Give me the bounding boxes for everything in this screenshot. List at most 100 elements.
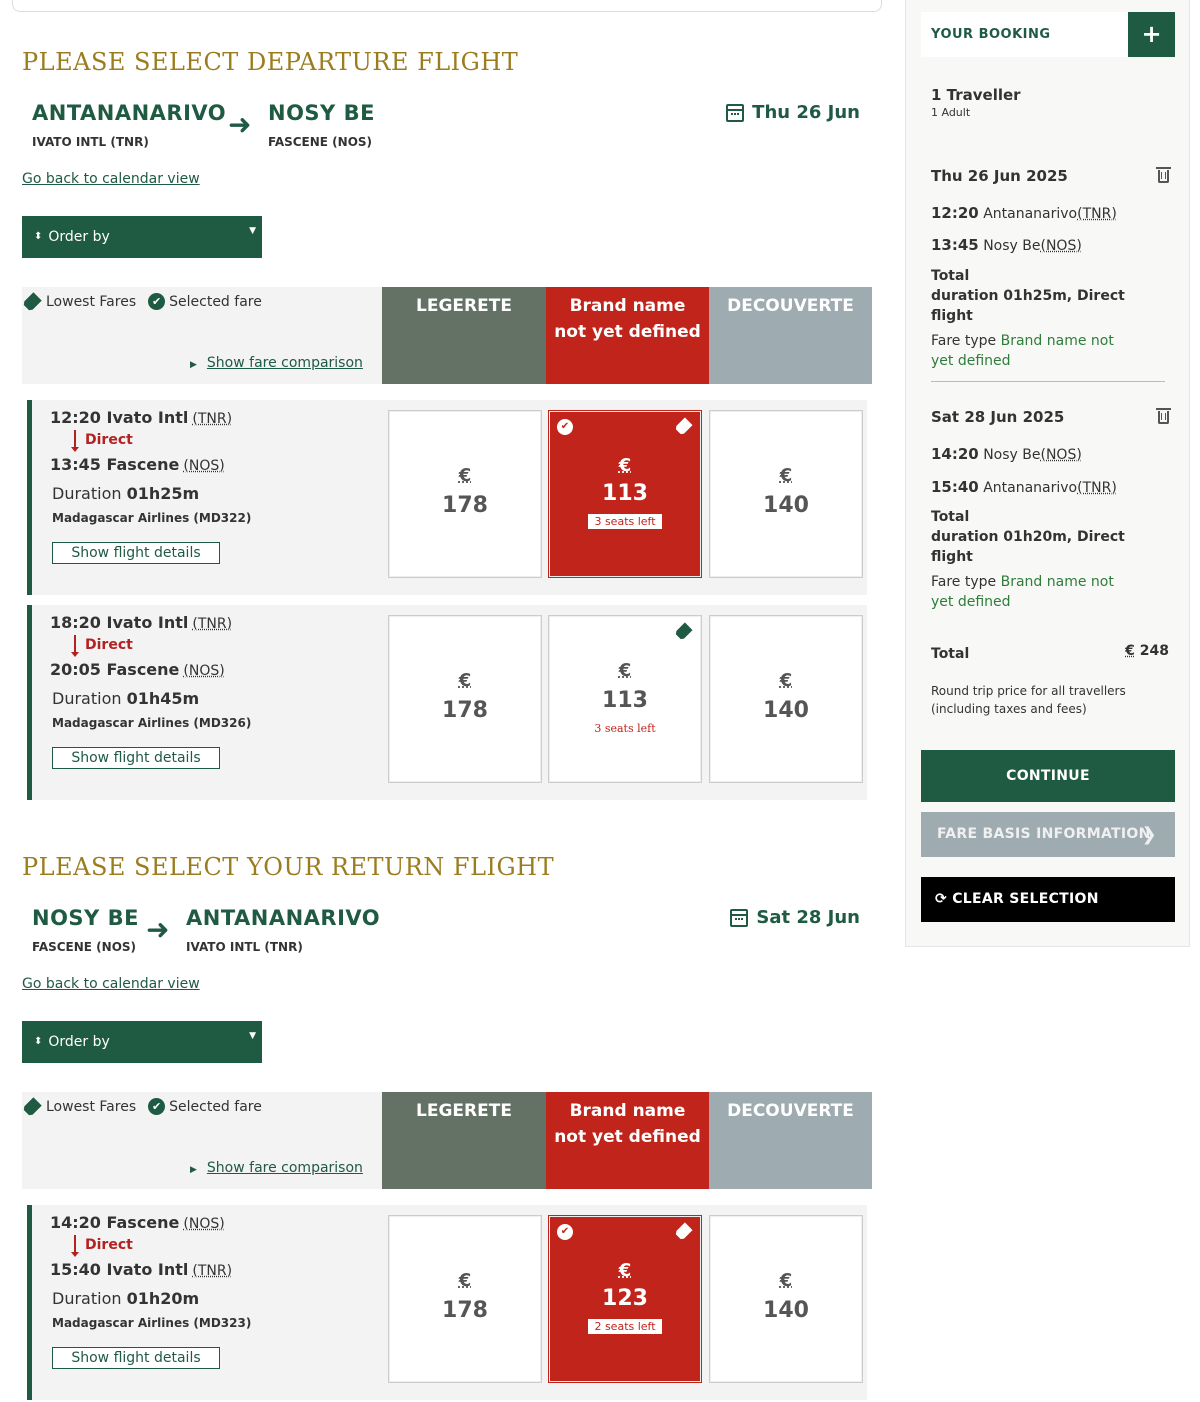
direct-arrow-icon [71, 635, 79, 657]
calendar-icon [730, 908, 749, 927]
seats-left-badge: 2 seats left [588, 1319, 662, 1334]
fare-price: 123 [602, 1286, 648, 1311]
return-date-label: Sat 28 Jun [756, 907, 860, 928]
continue-button[interactable]: CONTINUE [921, 750, 1175, 802]
flight-duration: Duration 01h45m [52, 689, 200, 708]
sort-icon: ⬍ [34, 231, 43, 242]
back-to-calendar-link[interactable]: Go back to calendar view [22, 171, 200, 187]
flight-arrival: 15:40 Ivato Intl (TNR) [50, 1260, 233, 1279]
departure-title: PLEASE SELECT DEPARTURE FLIGHT [22, 48, 519, 76]
fare-header: Lowest Fares ✔ Selected fare ▶ Show fare … [22, 1092, 872, 1189]
fare-price: 140 [763, 493, 809, 518]
return-to-airport: IVATO INTL (TNR) [186, 940, 303, 954]
flight-duration: Duration 01h20m [52, 1289, 200, 1308]
flight-row: 12:20 Ivato Intl (TNR) Direct 13:45 Fasce… [27, 400, 867, 595]
show-fare-comparison[interactable]: ▶ Show fare comparison [190, 355, 363, 371]
flight-departure: 14:20 Fascene (NOS) [50, 1213, 225, 1232]
fare-option-decouverte[interactable]: € 140 [709, 1215, 863, 1383]
column-brand-undefined: Brand name not yet defined [546, 287, 709, 384]
show-flight-details-button[interactable]: Show flight details [52, 542, 220, 564]
outbound-fare-type-cont: yet defined [931, 353, 1011, 369]
column-decouverte: DECOUVERTE [709, 1092, 872, 1189]
departure-section: PLEASE SELECT DEPARTURE FLIGHT ANTANANAR… [22, 0, 872, 800]
fare-option-legerete[interactable]: € 178 [388, 1215, 542, 1383]
departure-to-city: NOSY BE [268, 101, 375, 125]
fare-option-brand-selected[interactable]: ✔ € 113 3 seats left [548, 410, 702, 578]
fare-price: 178 [442, 698, 488, 723]
show-flight-details-button[interactable]: Show flight details [52, 747, 220, 769]
inbound-fare-type: Fare type Brand name not [931, 574, 1114, 590]
column-legerete: LEGERETE [382, 1092, 546, 1189]
fare-price: 140 [763, 698, 809, 723]
fare-basis-button[interactable]: FARE BASIS INFORMATION ❯ [921, 812, 1175, 857]
fare-legend: Lowest Fares ✔ Selected fare [24, 1098, 262, 1115]
traveller-detail: 1 Adult [931, 106, 971, 119]
return-to-city: ANTANANARIVO [186, 906, 381, 930]
show-flight-details-button[interactable]: Show flight details [52, 1347, 220, 1369]
fare-option-legerete[interactable]: € 178 [388, 615, 542, 783]
booking-header: YOUR BOOKING + [921, 12, 1175, 57]
expand-booking-button[interactable]: + [1128, 12, 1175, 57]
show-fare-comparison[interactable]: ▶ Show fare comparison [190, 1160, 363, 1176]
fare-option-legerete[interactable]: € 178 [388, 410, 542, 578]
departure-from-airport: IVATO INTL (TNR) [32, 135, 149, 149]
sort-icon: ⬍ [34, 1036, 43, 1047]
order-by-label: Order by [48, 229, 110, 245]
departure-from-city: ANTANANARIVO [32, 101, 227, 125]
departure-date[interactable]: Thu 26 Jun [726, 102, 860, 123]
fare-price: 178 [442, 493, 488, 518]
lowest-fare-tag-icon [674, 417, 692, 435]
trash-icon[interactable] [1156, 408, 1171, 424]
caret-right-icon: ▶ [190, 360, 197, 370]
return-from-airport: FASCENE (NOS) [32, 940, 137, 954]
tag-icon [22, 292, 42, 312]
clear-selection-button[interactable]: ⟳ CLEAR SELECTION [921, 877, 1175, 922]
outbound-duration: duration 01h25m, Direct [931, 288, 1125, 304]
return-from-city: NOSY BE [32, 906, 139, 930]
fare-option-brand-selected[interactable]: ✔ € 123 2 seats left [548, 1215, 702, 1383]
fare-price: 140 [763, 1298, 809, 1323]
outbound-total-label: Total [931, 268, 970, 284]
trash-icon[interactable] [1156, 167, 1171, 183]
outbound-arrival: 13:45 Nosy Be(NOS) [931, 236, 1082, 254]
selected-check-icon: ✔ [557, 1224, 573, 1240]
calendar-icon [726, 103, 745, 122]
inbound-flight-word: flight [931, 549, 973, 565]
fare-option-decouverte[interactable]: € 140 [709, 615, 863, 783]
fare-basis-label: FARE BASIS INFORMATION [937, 826, 1151, 842]
legend-lowest-fares: Lowest Fares [46, 293, 137, 310]
check-circle-icon: ✔ [148, 1098, 166, 1115]
flight-row: 14:20 Fascene (NOS) Direct 15:40 Ivato In… [27, 1205, 867, 1400]
outbound-flight-word: flight [931, 308, 973, 324]
flight-airline: Madagascar Airlines (MD323) [52, 1316, 252, 1330]
lowest-fare-tag-icon [674, 622, 692, 640]
fare-option-decouverte[interactable]: € 140 [709, 410, 863, 578]
return-title: PLEASE SELECT YOUR RETURN FLIGHT [22, 853, 555, 881]
inbound-fare-type-cont: yet defined [931, 594, 1011, 610]
caret-down-icon: ▼ [249, 226, 256, 236]
legend-selected-fare: Selected fare [169, 1098, 262, 1115]
selected-check-icon: ✔ [557, 419, 573, 435]
caret-right-icon: ▶ [190, 1165, 197, 1175]
column-brand-undefined: Brand name not yet defined [546, 1092, 709, 1189]
flight-row: 18:20 Ivato Intl (TNR) Direct 20:05 Fasce… [27, 605, 867, 800]
fare-option-brand[interactable]: € 113 3 seats left [548, 615, 702, 783]
inbound-duration: duration 01h20m, Direct [931, 529, 1125, 545]
back-to-calendar-link[interactable]: Go back to calendar view [22, 976, 200, 992]
order-by-dropdown[interactable]: ⬍ Order by ▼ [22, 1021, 262, 1063]
traveller-count: 1 Traveller [931, 86, 1021, 104]
flight-direct: Direct [85, 637, 133, 653]
booking-sidebar: YOUR BOOKING + 1 Traveller 1 Adult Thu 2… [905, 0, 1190, 947]
legend-selected-fare: Selected fare [169, 293, 262, 310]
inbound-date: Sat 28 Jun 2025 [931, 408, 1065, 426]
order-by-dropdown[interactable]: ⬍ Order by ▼ [22, 216, 262, 258]
total-label: Total [931, 646, 970, 662]
total-amount: € 248 [1125, 643, 1169, 659]
inbound-total-label: Total [931, 509, 970, 525]
legend-lowest-fares: Lowest Fares [46, 1098, 137, 1115]
return-date[interactable]: Sat 28 Jun [730, 907, 860, 928]
departure-date-label: Thu 26 Jun [752, 102, 860, 123]
total-note: Round trip price for all travellers [931, 684, 1126, 698]
booking-title: YOUR BOOKING [931, 27, 1051, 42]
outbound-fare-type: Fare type Brand name not [931, 333, 1114, 349]
